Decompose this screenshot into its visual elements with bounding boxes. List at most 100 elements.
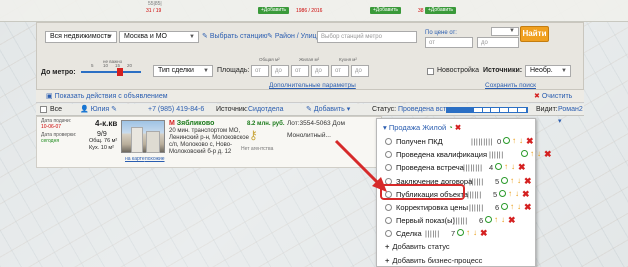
add-button-1[interactable]: +Добавить: [258, 7, 290, 14]
metro-icon: M: [169, 120, 175, 127]
move-down-icon[interactable]: ↓: [501, 215, 505, 225]
status-item[interactable]: Первый показ(ы) |||||| 6 ↑ ↓ ✖: [385, 214, 533, 227]
move-up-icon[interactable]: ↑: [510, 176, 514, 186]
move-up-icon[interactable]: ↑: [510, 202, 514, 212]
area-kitchen-from[interactable]: от: [331, 65, 349, 77]
station-name: Зябликово: [176, 120, 215, 127]
delete-icon[interactable]: ✖: [524, 175, 532, 187]
map-link[interactable]: на карте: [125, 155, 145, 163]
property-type-select[interactable]: Вся недвижимость ▼: [45, 31, 117, 43]
search-filters-panel: Вся недвижимость ▼ Москва и МО ▼ ✎ Выбрать…: [36, 22, 584, 90]
user-link[interactable]: 👤 Юлия ✎: [80, 104, 117, 116]
move-down-icon[interactable]: ↓: [511, 162, 515, 172]
deal-type-select[interactable]: Тип сделки ▼: [153, 65, 213, 77]
move-down-icon[interactable]: ↓: [517, 202, 521, 212]
status-item[interactable]: Проведена квалификация |||||| ↑ ↓ ✖: [385, 148, 552, 161]
metro-stations-input[interactable]: Выбор станций метро: [317, 31, 417, 43]
add-status-link[interactable]: + Добавить статус: [385, 241, 450, 253]
actions-toolbar: ▣ Показать действия с объявлением ✖ Очис…: [36, 90, 584, 103]
price-from-input[interactable]: от: [425, 37, 473, 48]
status-item[interactable]: Получен ПКД ||||||||| 0 ↑ ↓ ✖: [385, 135, 534, 148]
status-radio[interactable]: [385, 230, 392, 238]
confirm-icon[interactable]: [499, 189, 506, 197]
confirm-icon[interactable]: [457, 229, 464, 237]
area-total-to[interactable]: до: [271, 65, 289, 77]
confirm-icon[interactable]: [521, 150, 528, 158]
delete-icon[interactable]: ✖: [522, 188, 530, 200]
add-button-2[interactable]: +Добавить: [370, 7, 402, 14]
status-item[interactable]: Сделка |||||| 7 ↑ ↓ ✖: [385, 227, 533, 240]
progress-segment: [509, 108, 519, 112]
delete-icon[interactable]: ✖: [524, 201, 532, 213]
move-down-icon[interactable]: ↓: [537, 149, 541, 159]
building-image: [131, 127, 143, 153]
check-icon[interactable]: ◔: [448, 123, 453, 132]
source-value-link[interactable]: Сидотдела: [248, 104, 284, 116]
status-count: 5: [493, 189, 498, 199]
currency-select[interactable]: ▼: [491, 27, 519, 36]
price-to-input[interactable]: до: [477, 37, 519, 48]
status-radio[interactable]: [385, 204, 392, 211]
area-living-from[interactable]: от: [291, 65, 309, 77]
confirm-icon[interactable]: [495, 163, 502, 171]
status-radio[interactable]: [385, 217, 392, 225]
status-radio[interactable]: [385, 138, 392, 145]
move-up-icon[interactable]: ↑: [508, 189, 512, 199]
add-button-3[interactable]: +Добавить: [425, 7, 457, 14]
area-total-from[interactable]: от: [251, 65, 269, 77]
delete-icon[interactable]: ✖: [518, 161, 526, 173]
move-up-icon[interactable]: ↑: [512, 136, 516, 146]
status-item[interactable]: Проведена встреча |||||||| 4 ↑ ↓ ✖: [385, 161, 533, 174]
newbuild-label: Новостройка: [437, 67, 479, 74]
similar-link[interactable]: похожие: [145, 155, 165, 163]
delete-icon[interactable]: ✖: [508, 214, 516, 226]
metro-scale-1: 5: [91, 63, 94, 68]
area-living-to[interactable]: до: [311, 65, 329, 77]
status-radio[interactable]: [385, 151, 392, 159]
confirm-icon[interactable]: [485, 216, 492, 224]
find-button[interactable]: Найти: [520, 26, 549, 42]
status-item[interactable]: Корректировка цены |||||| 6 ↑ ↓ ✖: [385, 201, 533, 214]
status-count: 0: [497, 137, 502, 146]
check-value: сегодня: [41, 138, 60, 144]
delete-icon[interactable]: ✖: [526, 135, 534, 147]
metro-distance-slider[interactable]: не важно 5 10 15 20: [81, 59, 141, 79]
deal-type-value: Тип сделки: [158, 67, 194, 74]
sources-select[interactable]: Необр. ▼: [525, 65, 571, 77]
slider-handle[interactable]: [117, 68, 123, 76]
clear-link[interactable]: ✖ Очистить: [534, 90, 572, 103]
add-dropdown[interactable]: ✎ Добавить ▾: [306, 104, 350, 116]
area-kitchen-to[interactable]: до: [351, 65, 369, 77]
phone-link[interactable]: +7 (985) 419-84-6: [148, 104, 204, 116]
delete-icon[interactable]: ✖: [544, 148, 552, 160]
status-radio[interactable]: [385, 164, 392, 172]
delete-icon[interactable]: ✖: [480, 227, 488, 239]
close-icon[interactable]: ✖: [455, 123, 461, 132]
move-up-icon[interactable]: ↑: [466, 228, 470, 238]
status-count: 5: [495, 176, 500, 186]
move-down-icon[interactable]: ↓: [473, 228, 477, 238]
process-header[interactable]: ▾ Продажа Жилой ◔ ✖: [383, 123, 461, 133]
confirm-icon[interactable]: [503, 137, 510, 144]
move-up-icon[interactable]: ↑: [504, 162, 508, 172]
confirm-icon[interactable]: [501, 203, 508, 210]
show-actions-label: Показать действия с объявлением: [54, 93, 168, 100]
confirm-icon[interactable]: [501, 176, 508, 184]
move-up-icon[interactable]: ↑: [494, 215, 498, 225]
select-all-checkbox[interactable]: [40, 106, 47, 113]
view-dropdown[interactable]: Роман2 ▾: [558, 104, 584, 128]
pencil-icon: ✎: [306, 106, 312, 113]
show-actions-link[interactable]: ▣ Показать действия с объявлением: [46, 90, 168, 103]
move-down-icon[interactable]: ↓: [517, 176, 521, 186]
listing-photo[interactable]: [121, 120, 165, 153]
choose-station-link[interactable]: ✎ Выбрать станцию: [202, 31, 268, 43]
metro-scale-4: 20: [127, 63, 133, 68]
move-down-icon[interactable]: ↓: [515, 189, 519, 199]
move-down-icon[interactable]: ↓: [519, 136, 523, 146]
newbuild-checkbox[interactable]: [427, 68, 434, 75]
move-up-icon[interactable]: ↑: [530, 149, 534, 159]
region-select[interactable]: Москва и МО ▼: [119, 31, 199, 43]
district-street-link[interactable]: ✎ Район / Улица: [267, 31, 321, 43]
status-bars: |||||||||: [471, 137, 494, 146]
add-process-link[interactable]: + Добавить бизнес-процесс: [385, 255, 482, 267]
